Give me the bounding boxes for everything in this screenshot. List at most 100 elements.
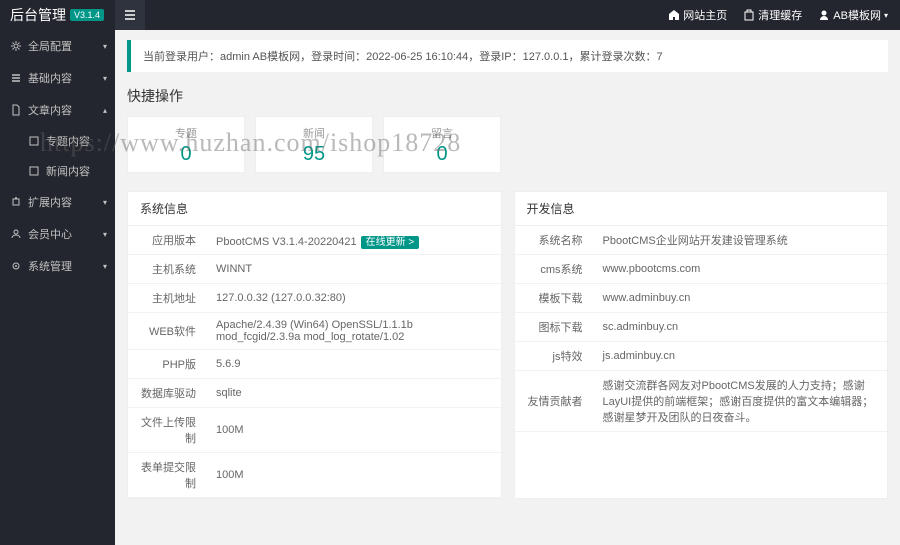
- row-key: 友情贡献者: [515, 371, 593, 432]
- trash-icon: [743, 9, 755, 21]
- sidebar-item-1[interactable]: 基础内容 ▾: [0, 62, 115, 94]
- file-icon: [10, 104, 22, 116]
- dev-info-panel: 开发信息 系统名称PbootCMS企业网站开发建设管理系统cms系统www.pb…: [514, 191, 889, 499]
- table-row: 主机系统WINNT: [128, 255, 501, 284]
- table-row: 应用版本PbootCMS V3.1.4-20220421在线更新 >: [128, 226, 501, 255]
- hamburger-icon: [124, 9, 136, 21]
- row-key: PHP版: [128, 350, 206, 379]
- system-info-panel: 系统信息 应用版本PbootCMS V3.1.4-20220421在线更新 >主…: [127, 191, 502, 499]
- stats-row: 专题 0 新闻 95 留言0: [127, 116, 888, 173]
- list-icon: [10, 72, 22, 84]
- sidebar: 全局配置▾基础内容▾文章内容▴专题内容新闻内容扩展内容▾会员中心▾系统管理▾: [0, 30, 115, 545]
- login-info-banner: 当前登录用户：admin AB模板网，登录时间：2022-06-25 16:10…: [127, 40, 888, 72]
- clear-cache-link[interactable]: 清理缓存: [743, 7, 802, 23]
- table-row: 数据库驱动sqlite: [128, 379, 501, 408]
- stat-card-1[interactable]: 新闻 95: [255, 116, 373, 173]
- sidebar-item-0[interactable]: 全局配置 ▾: [0, 30, 115, 62]
- sidebar-subitem-2-0[interactable]: 专题内容: [0, 126, 115, 156]
- sidebar-item-5[interactable]: 系统管理▾: [0, 250, 115, 282]
- doc-icon: [28, 165, 40, 177]
- top-header: 后台管理 V3.1.4 网站主页 清理缓存 AB模板网 ▾: [0, 0, 900, 30]
- row-key: 主机系统: [128, 255, 206, 284]
- quick-actions-title: 快捷操作: [127, 86, 888, 106]
- stat-label: 新闻: [256, 125, 372, 141]
- row-key: 应用版本: [128, 226, 206, 255]
- table-row: 表单提交限制100M: [128, 453, 501, 498]
- system-panel-title: 系统信息: [128, 192, 501, 226]
- home-link-label: 网站主页: [683, 7, 727, 23]
- sidebar-item-label: 文章内容: [28, 102, 72, 118]
- sidebar-item-label: 全局配置: [28, 38, 72, 54]
- row-value: sqlite: [206, 379, 501, 408]
- sidebar-item-label: 基础内容: [28, 70, 72, 86]
- stat-card-0[interactable]: 专题 0: [127, 116, 245, 173]
- sidebar-item-3[interactable]: 扩展内容 ▾: [0, 186, 115, 218]
- row-value: Apache/2.4.39 (Win64) OpenSSL/1.1.1b mod…: [206, 313, 501, 350]
- row-value: 5.6.9: [206, 350, 501, 379]
- user-icon: [818, 9, 830, 21]
- row-value: 127.0.0.32 (127.0.0.32:80): [206, 284, 501, 313]
- main-content: 当前登录用户：admin AB模板网，登录时间：2022-06-25 16:10…: [115, 30, 900, 545]
- stat-label: 专题: [128, 125, 244, 141]
- table-row: cms系统www.pbootcms.com: [515, 255, 888, 284]
- header-right: 网站主页 清理缓存 AB模板网 ▾: [668, 7, 900, 23]
- caret-icon: ▾: [103, 262, 107, 271]
- sidebar-subitem-label: 新闻内容: [46, 163, 90, 179]
- row-value: www.adminbuy.cn: [593, 284, 888, 313]
- row-value: 100M: [206, 453, 501, 498]
- row-value: 100M: [206, 408, 501, 453]
- dev-info-table: 系统名称PbootCMS企业网站开发建设管理系统cms系统www.pbootcm…: [515, 226, 888, 432]
- stat-value: 0: [128, 143, 244, 166]
- logo-text: 后台管理: [10, 5, 66, 25]
- info-panels-row: 系统信息 应用版本PbootCMS V3.1.4-20220421在线更新 >主…: [127, 191, 888, 499]
- home-icon: [668, 9, 680, 21]
- row-key: 文件上传限制: [128, 408, 206, 453]
- row-key: 主机地址: [128, 284, 206, 313]
- caret-icon: ▴: [103, 106, 107, 115]
- caret-icon: ▾: [103, 74, 107, 83]
- row-value: sc.adminbuy.cn: [593, 313, 888, 342]
- sidebar-item-4[interactable]: 会员中心▾: [0, 218, 115, 250]
- doc-icon: [28, 135, 40, 147]
- row-key: 数据库驱动: [128, 379, 206, 408]
- logo: 后台管理 V3.1.4: [0, 5, 115, 25]
- row-value: 感谢交流群各网友对PbootCMS发展的人力支持；感谢LayUI提供的前端框架；…: [593, 371, 888, 432]
- stat-value: 95: [256, 143, 372, 166]
- table-row: 文件上传限制100M: [128, 408, 501, 453]
- update-badge[interactable]: 在线更新 >: [361, 236, 420, 249]
- table-row: 图标下载sc.adminbuy.cn: [515, 313, 888, 342]
- row-key: WEB软件: [128, 313, 206, 350]
- sidebar-subitem-2-1[interactable]: 新闻内容: [0, 156, 115, 186]
- sidebar-item-2[interactable]: 文章内容 ▴: [0, 94, 115, 126]
- sidebar-item-label: 扩展内容: [28, 194, 72, 210]
- caret-icon: ▾: [103, 198, 107, 207]
- system-info-table: 应用版本PbootCMS V3.1.4-20220421在线更新 >主机系统WI…: [128, 226, 501, 498]
- cog-icon: [10, 260, 22, 272]
- table-row: 模板下载www.adminbuy.cn: [515, 284, 888, 313]
- cache-link-label: 清理缓存: [758, 7, 802, 23]
- user-menu[interactable]: AB模板网 ▾: [818, 7, 888, 23]
- row-key: 表单提交限制: [128, 453, 206, 498]
- stat-card-2[interactable]: 留言0: [383, 116, 501, 173]
- home-link[interactable]: 网站主页: [668, 7, 727, 23]
- row-key: 系统名称: [515, 226, 593, 255]
- sidebar-item-label: 会员中心: [28, 226, 72, 242]
- table-row: js特效js.adminbuy.cn: [515, 342, 888, 371]
- table-row: 系统名称PbootCMS企业网站开发建设管理系统: [515, 226, 888, 255]
- gear-icon: [10, 40, 22, 52]
- row-key: cms系统: [515, 255, 593, 284]
- row-value: www.pbootcms.com: [593, 255, 888, 284]
- row-value: PbootCMS企业网站开发建设管理系统: [593, 226, 888, 255]
- table-row: PHP版5.6.9: [128, 350, 501, 379]
- row-value: WINNT: [206, 255, 501, 284]
- caret-icon: ▾: [103, 42, 107, 51]
- stat-value: 0: [384, 143, 500, 166]
- row-value: PbootCMS V3.1.4-20220421在线更新 >: [206, 226, 501, 255]
- puzzle-icon: [10, 196, 22, 208]
- table-row: 友情贡献者感谢交流群各网友对PbootCMS发展的人力支持；感谢LayUI提供的…: [515, 371, 888, 432]
- menu-toggle-button[interactable]: [115, 0, 145, 30]
- dev-panel-title: 开发信息: [515, 192, 888, 226]
- version-badge: V3.1.4: [70, 9, 104, 21]
- user-menu-label: AB模板网: [833, 7, 881, 23]
- table-row: 主机地址127.0.0.32 (127.0.0.32:80): [128, 284, 501, 313]
